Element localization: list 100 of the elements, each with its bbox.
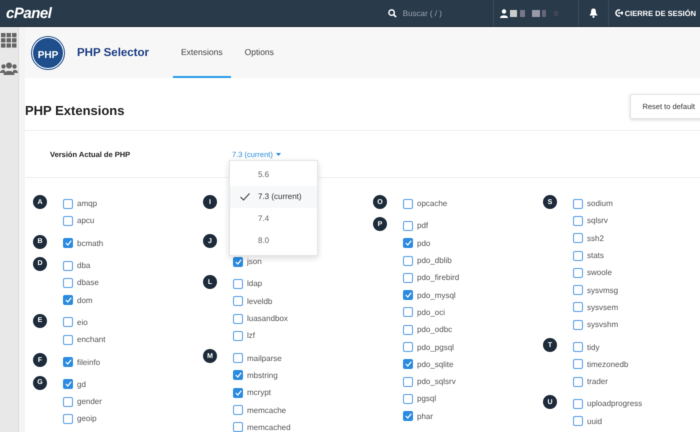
checkbox[interactable]: [63, 317, 73, 328]
checkbox[interactable]: [403, 256, 413, 266]
extension-name: timezonedb: [587, 360, 628, 369]
checkbox[interactable]: [403, 411, 413, 422]
checkbox[interactable]: [63, 379, 73, 390]
checkbox[interactable]: [573, 342, 583, 352]
checkbox[interactable]: [233, 388, 243, 398]
checkbox[interactable]: [63, 198, 73, 209]
extension-name: pdo: [417, 238, 430, 248]
extension-name: sqlsrv: [587, 216, 608, 226]
version-option[interactable]: 7.4: [230, 208, 317, 230]
extension-name: leveldb: [247, 296, 272, 306]
checkbox[interactable]: [403, 238, 413, 248]
extension-name: stats: [587, 251, 604, 260]
page-title: PHP Selector: [77, 46, 150, 58]
checkbox[interactable]: [573, 302, 583, 312]
extension-name: luasandbox: [247, 314, 288, 324]
extension-name: phar: [417, 412, 434, 421]
checkbox[interactable]: [403, 394, 413, 404]
extension-name: mcrypt: [247, 388, 271, 398]
checkbox[interactable]: [233, 278, 243, 289]
extension-name: pdo_oci: [417, 308, 446, 317]
checkbox[interactable]: [233, 370, 243, 380]
checkbox[interactable]: [63, 278, 73, 288]
extension-name: sysvshm: [587, 320, 618, 330]
search-field[interactable]: Buscar ( / ): [402, 8, 473, 18]
version-option[interactable]: 7.3 (current): [230, 186, 317, 208]
checkbox[interactable]: [63, 414, 73, 424]
extension-name: lzf: [247, 331, 255, 340]
extension-name: uuid: [587, 416, 602, 426]
checkbox[interactable]: [403, 324, 413, 335]
grid-icon[interactable]: [1, 33, 17, 48]
checkbox[interactable]: [573, 285, 583, 296]
checkbox[interactable]: [573, 250, 583, 261]
checkbox[interactable]: [573, 376, 583, 387]
checkbox[interactable]: [573, 268, 583, 278]
checkbox[interactable]: [63, 238, 73, 248]
search-icon[interactable]: [388, 8, 397, 18]
extension-name: bcmath: [77, 238, 104, 248]
checkbox[interactable]: [63, 260, 73, 271]
php-selector-logo: PHP: [32, 36, 64, 68]
extension-name: dbase: [77, 278, 99, 288]
extension-name: pdo_pgsql: [417, 342, 454, 352]
checkbox[interactable]: [233, 353, 243, 364]
extension-name: memcache: [247, 406, 286, 415]
checkbox[interactable]: [403, 272, 413, 283]
extension-name: pdo_firebird: [417, 273, 460, 282]
checkbox[interactable]: [233, 330, 243, 341]
extension-name: trader: [587, 377, 608, 386]
extension-name: sodium: [587, 199, 613, 208]
bell-icon[interactable]: [588, 8, 598, 18]
version-option[interactable]: 5.6: [230, 164, 317, 186]
extension-name: memcached: [247, 422, 291, 432]
extension-name: mbstring: [247, 370, 278, 380]
checkbox[interactable]: [573, 398, 583, 409]
checkbox[interactable]: [573, 416, 583, 426]
extension-name: apcu: [77, 216, 94, 226]
checkbox[interactable]: [233, 314, 243, 324]
extension-name: enchant: [77, 335, 106, 344]
checkbox[interactable]: [63, 396, 73, 407]
checkbox[interactable]: [403, 198, 413, 209]
checkbox[interactable]: [403, 376, 413, 387]
extension-name: gd: [77, 380, 86, 389]
extension-name: swoole: [587, 268, 612, 278]
checkbox[interactable]: [573, 233, 583, 244]
checkbox[interactable]: [573, 216, 583, 226]
cpanel-logo[interactable]: cPanel: [6, 4, 52, 22]
checkbox[interactable]: [233, 405, 243, 416]
extension-name: pdo_odbc: [417, 325, 452, 334]
checkbox[interactable]: [573, 198, 583, 209]
users-icon[interactable]: [0, 62, 18, 75]
section-title: PHP Extensions: [25, 102, 124, 118]
checkbox[interactable]: [233, 422, 243, 432]
checkbox[interactable]: [403, 342, 413, 352]
user-icon: [500, 8, 508, 18]
extension-name: pdo_dblib: [417, 256, 452, 266]
checkbox[interactable]: [233, 256, 243, 267]
checkbox[interactable]: [403, 307, 413, 318]
checkbox[interactable]: [63, 295, 73, 306]
extension-name: pdf: [417, 221, 428, 230]
extension-name: gender: [77, 397, 102, 406]
tab[interactable]: Options: [236, 27, 282, 78]
checkbox[interactable]: [63, 334, 73, 345]
check-icon: [240, 192, 250, 200]
checkbox[interactable]: [573, 320, 583, 330]
extension-name: eio: [77, 318, 88, 327]
logout-icon: [614, 9, 623, 17]
user-menu[interactable]: [492, 0, 579, 26]
checkbox[interactable]: [403, 290, 413, 300]
caret-icon: [276, 152, 281, 156]
extension-name: sysvmsg: [587, 286, 618, 295]
checkbox[interactable]: [233, 296, 243, 306]
checkbox[interactable]: [403, 220, 413, 231]
checkbox[interactable]: [63, 216, 73, 226]
checkbox[interactable]: [403, 359, 413, 370]
extension-name: dba: [77, 261, 90, 270]
checkbox[interactable]: [63, 357, 73, 368]
extension-name: ldap: [247, 279, 262, 288]
version-option[interactable]: 8.0: [230, 230, 317, 252]
checkbox[interactable]: [573, 359, 583, 370]
